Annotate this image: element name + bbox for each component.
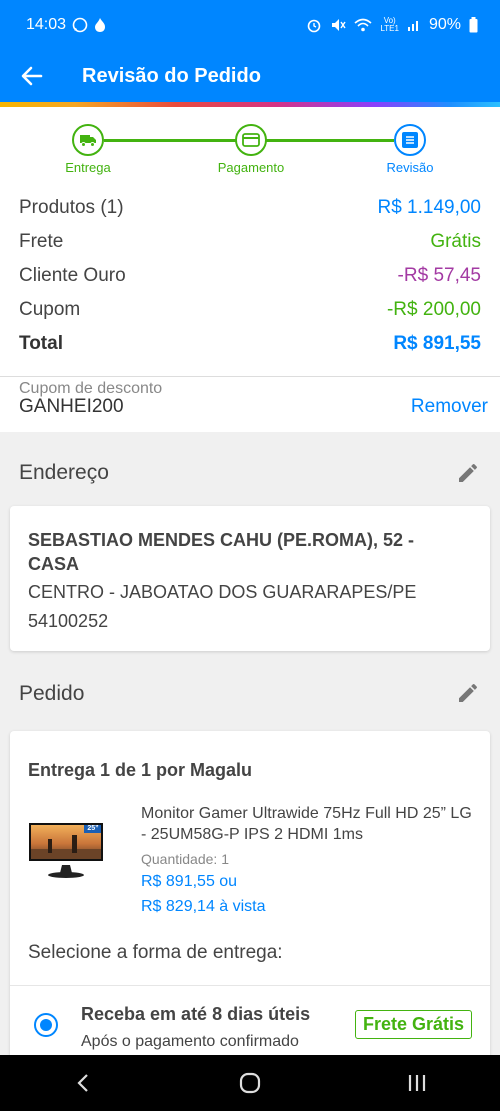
page-title: Revisão do Pedido bbox=[82, 64, 261, 87]
summary-value: -R$ 57,45 bbox=[397, 265, 481, 286]
summary-label: Cupom bbox=[19, 299, 81, 320]
remove-coupon-button[interactable]: Remover bbox=[411, 396, 488, 418]
free-shipping-badge: Frete Grátis bbox=[354, 1010, 472, 1039]
summary-row-cupom: Cupom -R$ 200,00 bbox=[19, 299, 481, 321]
order-section-title: Pedido bbox=[19, 682, 85, 705]
step-label-entrega: Entrega bbox=[65, 160, 111, 175]
list-icon bbox=[402, 132, 418, 148]
checkout-stepper: Entrega Pagamento Revisão bbox=[0, 107, 500, 193]
status-time: 14:03 bbox=[26, 16, 67, 33]
summary-label: Produtos (1) bbox=[19, 197, 124, 218]
whatsapp-icon bbox=[72, 17, 88, 33]
shipping-option-radio[interactable] bbox=[34, 1013, 58, 1037]
truck-icon bbox=[80, 135, 96, 147]
step-label-pagamento: Pagamento bbox=[217, 160, 285, 175]
summary-value: -R$ 200,00 bbox=[386, 299, 481, 320]
signal-icon bbox=[407, 18, 421, 32]
home-circle-icon bbox=[239, 1072, 261, 1094]
step-label-revisao: Revisão bbox=[386, 160, 434, 175]
flame-icon bbox=[94, 17, 106, 33]
shipping-option-subtitle: Após o pagamento confirmado bbox=[81, 1033, 299, 1050]
summary-value: Grátis bbox=[430, 231, 481, 252]
quantity-value: 1 bbox=[221, 851, 229, 867]
product-price-cash: R$ 829,14 à vista bbox=[141, 898, 266, 915]
address-section-title: Endereço bbox=[19, 461, 109, 484]
wifi-icon bbox=[354, 17, 372, 33]
product-size-badge: 25” bbox=[87, 825, 99, 832]
volte-icon: Vo) LTE1 bbox=[380, 16, 399, 33]
delivery-title: Entrega 1 de 1 por Magalu bbox=[28, 760, 253, 780]
edit-order-icon[interactable] bbox=[456, 681, 480, 705]
nav-home-button[interactable] bbox=[220, 1063, 280, 1103]
summary-label: Cliente Ouro bbox=[19, 265, 126, 286]
summary-row-cliente-ouro: Cliente Ouro -R$ 57,45 bbox=[19, 265, 481, 287]
status-bar: 14:03 Vo) LTE1 90% bbox=[0, 0, 500, 50]
nav-recents-button[interactable] bbox=[387, 1063, 447, 1103]
arrow-left-icon bbox=[21, 66, 43, 86]
product-name[interactable]: Monitor Gamer Ultrawide 75Hz Full HD 25”… bbox=[141, 803, 481, 845]
quantity-label: Quantidade: bbox=[141, 851, 218, 867]
card-icon bbox=[242, 133, 260, 147]
summary-row-total: Total R$ 891,55 bbox=[19, 333, 481, 355]
app-bar: Revisão do Pedido bbox=[0, 50, 500, 102]
summary-label: Frete bbox=[19, 231, 64, 252]
nav-back-button[interactable] bbox=[53, 1063, 113, 1103]
coupon-code[interactable]: GANHEI200 bbox=[19, 396, 124, 418]
summary-value: R$ 1.149,00 bbox=[377, 197, 481, 218]
battery-icon bbox=[469, 17, 478, 33]
shipping-prompt: Selecione a forma de entrega: bbox=[28, 942, 283, 963]
address-name-line: SEBASTIAO MENDES CAHU (PE.ROMA), 52 - CA… bbox=[28, 530, 415, 574]
step-pagamento[interactable] bbox=[235, 124, 267, 156]
back-button[interactable] bbox=[0, 50, 64, 102]
summary-value: R$ 891,55 bbox=[393, 333, 481, 354]
step-entrega[interactable] bbox=[72, 124, 104, 156]
summary-label: Total bbox=[19, 333, 63, 354]
radio-selected-dot bbox=[40, 1019, 52, 1031]
address-card: SEBASTIAO MENDES CAHU (PE.ROMA), 52 - CA… bbox=[10, 506, 490, 651]
product-image[interactable]: 25” bbox=[28, 821, 104, 885]
order-card: Entrega 1 de 1 por Magalu 25” Monitor Ga… bbox=[10, 731, 490, 1061]
product-quantity: Quantidade: 1 bbox=[141, 851, 229, 867]
edit-address-icon[interactable] bbox=[456, 461, 480, 485]
shipping-option-title[interactable]: Receba em até 8 dias úteis bbox=[81, 1004, 310, 1025]
divider bbox=[10, 985, 490, 986]
mute-icon bbox=[330, 17, 347, 33]
summary-row-produtos: Produtos (1) R$ 1.149,00 bbox=[19, 197, 481, 219]
step-revisao[interactable] bbox=[394, 124, 426, 156]
order-summary: Produtos (1) R$ 1.149,00 Frete Grátis Cl… bbox=[0, 193, 500, 376]
system-nav-bar bbox=[0, 1055, 500, 1111]
address-zip-line: 54100252 bbox=[28, 611, 109, 631]
battery-percent: 90% bbox=[428, 16, 461, 33]
step-connector bbox=[104, 139, 236, 142]
address-city-line: CENTRO - JABOATAO DOS GUARARAPES/PE bbox=[28, 582, 417, 602]
summary-row-frete: Frete Grátis bbox=[19, 231, 481, 253]
product-price-installment: R$ 891,55 ou bbox=[141, 873, 238, 890]
coupon-field: Cupom de desconto GANHEI200 Remover bbox=[0, 376, 500, 432]
step-connector bbox=[266, 139, 394, 142]
chevron-left-icon bbox=[77, 1074, 89, 1092]
recents-icon bbox=[408, 1075, 425, 1091]
alarm-icon bbox=[306, 17, 322, 33]
